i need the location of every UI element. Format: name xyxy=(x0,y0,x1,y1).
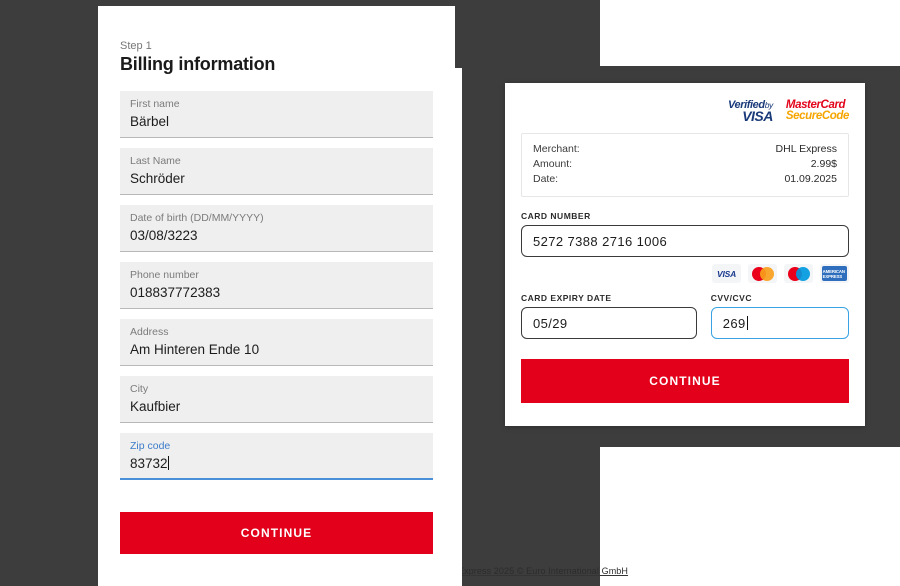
cvv-label: CVV/CVC xyxy=(710,293,752,303)
accepted-card-brands: VISA AMERICAN EXPRESS xyxy=(521,264,849,283)
cvv-input[interactable]: 269 xyxy=(710,307,849,339)
field-label: Date of birth (DD/MM/YYYY) xyxy=(130,212,264,224)
billing-information-panel: Step 1 Billing information First name Bä… xyxy=(98,6,462,586)
card-expiry-input[interactable]: 05/29 xyxy=(521,307,697,339)
field-first-name[interactable]: First name Bärbel xyxy=(120,91,433,138)
maestro-right-circle xyxy=(795,266,810,281)
visa-label: VISA xyxy=(716,268,737,279)
card-expiry-label: CARD EXPIRY DATE xyxy=(521,293,612,303)
summary-label: Merchant: xyxy=(533,143,580,155)
maestro-icon xyxy=(784,264,813,283)
billing-scrollbar-track[interactable] xyxy=(455,6,462,586)
step-label: Step 1 xyxy=(120,40,152,52)
transaction-summary: Merchant: DHL Express Amount: 2.99$ Date… xyxy=(521,133,849,197)
verified-by-visa-icon: Verifiedby VISA xyxy=(728,99,773,124)
card-number-label: CARD NUMBER xyxy=(521,211,591,221)
billing-scrollbar-thumb[interactable] xyxy=(455,6,462,68)
field-label: Address xyxy=(130,326,169,338)
background-block-bottom-right xyxy=(600,447,900,586)
field-date-of-birth[interactable]: Date of birth (DD/MM/YYYY) 03/08/3223 xyxy=(120,205,433,252)
mastercard-right-circle xyxy=(759,266,774,281)
amount-value: 2.99$ xyxy=(810,158,837,170)
card-number-input[interactable]: 5272 7388 2716 1006 xyxy=(521,225,849,257)
security-badges: Verifiedby VISA MasterCard SecureCode xyxy=(521,97,849,125)
date-value: 01.09.2025 xyxy=(784,173,837,185)
field-phone-number[interactable]: Phone number 018837772383 xyxy=(120,262,433,309)
zip-code-input[interactable]: 83732 xyxy=(130,454,423,473)
field-label: Phone number xyxy=(130,269,199,281)
securecode-wordmark: SecureCode xyxy=(785,109,850,122)
field-address[interactable]: Address Am Hinteren Ende 10 xyxy=(120,319,433,366)
field-city[interactable]: City Kaufbier xyxy=(120,376,433,423)
address-input[interactable]: Am Hinteren Ende 10 xyxy=(130,340,423,359)
billing-continue-button[interactable]: CONTINUE xyxy=(120,512,433,554)
summary-row-amount: Amount: 2.99$ xyxy=(533,157,837,172)
field-label: City xyxy=(130,383,149,395)
city-input[interactable]: Kaufbier xyxy=(130,397,423,416)
last-name-input[interactable]: Schröder xyxy=(130,169,423,188)
field-label: Last Name xyxy=(130,155,181,167)
summary-row-date: Date: 01.09.2025 xyxy=(533,172,837,187)
first-name-input[interactable]: Bärbel xyxy=(130,112,423,131)
payment-continue-button[interactable]: CONTINUE xyxy=(521,359,849,403)
card-expiry-group: CARD EXPIRY DATE 05/29 xyxy=(521,293,697,339)
summary-row-merchant: Merchant: DHL Express xyxy=(533,142,837,157)
field-label: First name xyxy=(130,98,180,110)
field-last-name[interactable]: Last Name Schröder xyxy=(120,148,433,195)
mastercard-securecode-icon: MasterCard SecureCode xyxy=(785,99,850,122)
page-title: Billing information xyxy=(120,54,276,74)
visa-wordmark: VISA xyxy=(742,107,773,124)
cvv-group: CVV/CVC 269 xyxy=(710,293,849,339)
background-block-top-right xyxy=(600,0,900,66)
visa-icon: VISA xyxy=(712,264,741,283)
card-number-group: CARD NUMBER 5272 7388 2716 1006 xyxy=(521,211,849,257)
merchant-value: DHL Express xyxy=(775,143,837,155)
mastercard-icon xyxy=(748,264,777,283)
card-number-value: 5272 7388 2716 1006 xyxy=(533,233,668,249)
summary-label: Date: xyxy=(533,173,559,185)
amex-icon: AMERICAN EXPRESS xyxy=(820,264,849,283)
summary-label: Amount: xyxy=(533,158,573,170)
billing-form: Step 1 Billing information First name Bä… xyxy=(98,6,455,554)
payment-dialog: Verifiedby VISA MasterCard SecureCode Me… xyxy=(505,83,865,426)
card-expiry-value: 05/29 xyxy=(533,315,568,331)
expiry-cvv-row: CARD EXPIRY DATE 05/29 CVV/CVC 269 xyxy=(521,293,849,339)
amex-label: AMERICAN EXPRESS xyxy=(822,268,845,279)
footer-copyright-text: Express 2025 © Euro International GmbH xyxy=(458,566,629,576)
field-zip-code[interactable]: Zip code 83732 xyxy=(120,433,433,480)
cvv-value: 269 xyxy=(722,315,746,331)
date-of-birth-input[interactable]: 03/08/3223 xyxy=(130,226,423,245)
field-label: Zip code xyxy=(130,440,171,452)
phone-number-input[interactable]: 018837772383 xyxy=(130,283,423,302)
